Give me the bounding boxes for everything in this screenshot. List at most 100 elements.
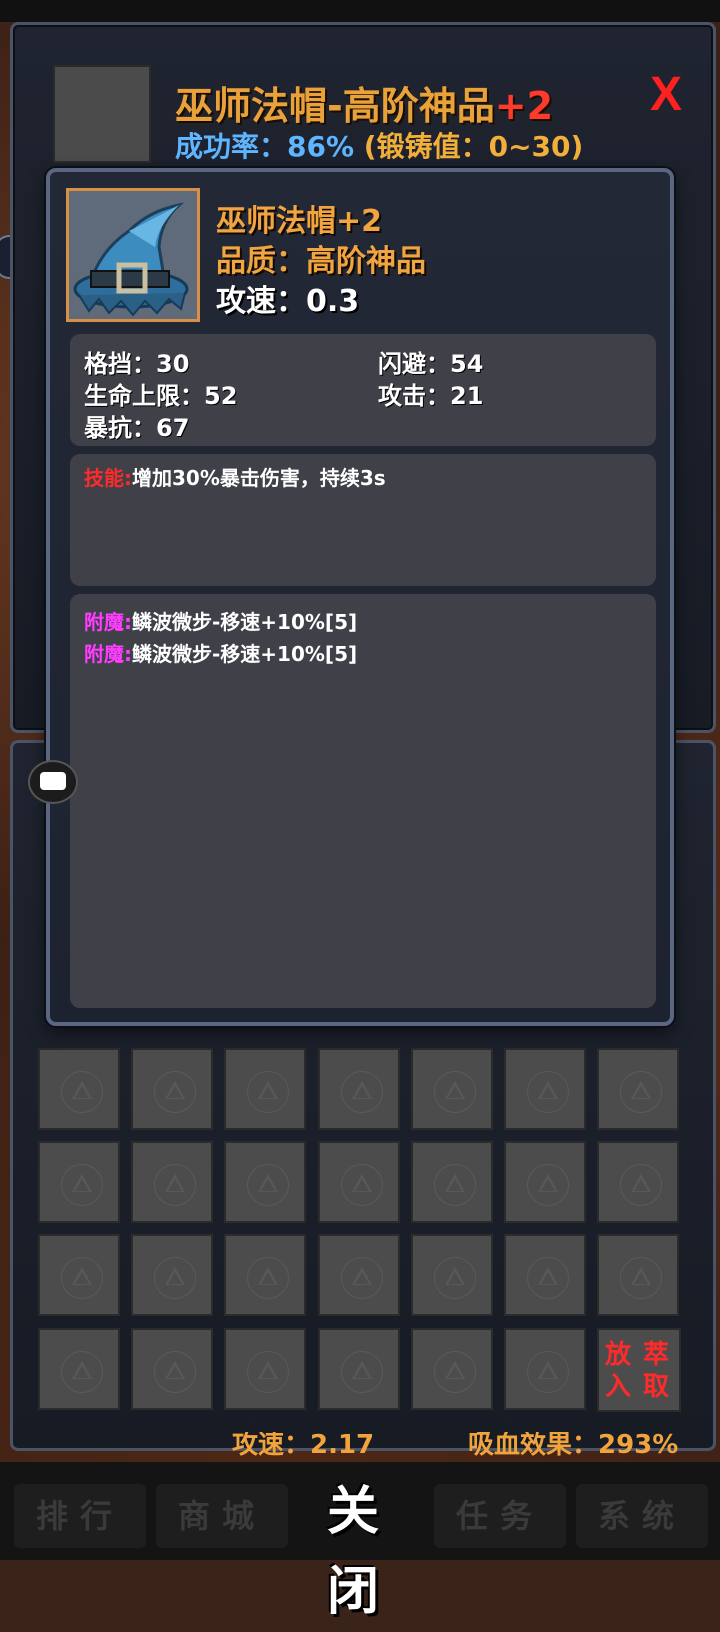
inventory-slot[interactable] — [224, 1234, 306, 1316]
stats-box: 格挡：30 闪避：54 生命上限：52 攻击：21 暴抗：67 — [70, 334, 656, 446]
empty-slot-icon — [527, 1071, 569, 1113]
inventory-slot[interactable] — [504, 1234, 586, 1316]
empty-slot-icon — [434, 1164, 476, 1206]
inventory-slot[interactable] — [131, 1234, 213, 1316]
empty-slot-icon — [247, 1164, 289, 1206]
forge-title-text: 巫师法帽-高阶神品 — [175, 84, 495, 128]
status-bar — [0, 0, 720, 22]
empty-slot-icon — [61, 1071, 103, 1113]
stat-crit-resist: 暴抗：67 — [84, 414, 190, 442]
inventory-slot[interactable] — [411, 1234, 493, 1316]
empty-slot-icon — [61, 1164, 103, 1206]
inventory-slot[interactable] — [224, 1328, 306, 1410]
enchant-tag: 附魔: — [84, 610, 132, 634]
inventory-slot[interactable] — [411, 1328, 493, 1410]
nav-system-button[interactable]: 系统 — [576, 1484, 708, 1548]
inventory-slot[interactable] — [131, 1328, 213, 1410]
empty-slot-icon — [154, 1257, 196, 1299]
discard-char: 放 — [605, 1340, 632, 1370]
inventory-slot[interactable] — [597, 1234, 679, 1316]
empty-slot-icon — [154, 1164, 196, 1206]
inventory-slot[interactable] — [411, 1048, 493, 1130]
inventory-slot[interactable] — [224, 1141, 306, 1223]
stat-attack: 攻击：21 — [378, 382, 484, 410]
inventory-slot[interactable] — [504, 1048, 586, 1130]
nav-shop-button[interactable]: 商城 — [156, 1484, 288, 1548]
empty-slot-icon — [154, 1071, 196, 1113]
empty-slot-icon — [61, 1257, 103, 1299]
inventory-slot[interactable] — [131, 1048, 213, 1130]
enchant-text: 鳞波微步-移速+10%[5] — [132, 610, 358, 634]
empty-slot-icon — [620, 1071, 662, 1113]
inventory-slot[interactable] — [318, 1328, 400, 1410]
peek-attack-speed: 攻速：2.17 — [232, 1432, 375, 1460]
enchant-tag: 附魔: — [84, 642, 132, 666]
enchant-line: 附魔:鳞波微步-移速+10%[5] — [84, 606, 357, 635]
inventory-slot[interactable] — [131, 1141, 213, 1223]
empty-slot-icon — [341, 1257, 383, 1299]
item-attack-speed: 攻速：0.3 — [216, 284, 360, 319]
empty-slot-icon — [527, 1351, 569, 1393]
empty-slot-icon — [247, 1257, 289, 1299]
empty-slot-icon — [341, 1071, 383, 1113]
inventory-slot[interactable] — [38, 1048, 120, 1130]
empty-slot-icon — [341, 1164, 383, 1206]
empty-slot-icon — [527, 1164, 569, 1206]
enchant-text: 鳞波微步-移速+10%[5] — [132, 642, 358, 666]
inventory-slot[interactable] — [597, 1141, 679, 1223]
forge-title-plus: +2 — [494, 84, 554, 128]
inventory-slot[interactable] — [318, 1141, 400, 1223]
nav-close-button[interactable]: 关闭 — [296, 1472, 424, 1622]
empty-slot-icon — [620, 1164, 662, 1206]
success-label: 成功率： — [175, 130, 288, 163]
empty-slot-icon — [341, 1351, 383, 1393]
item-name: 巫师法帽+2 — [216, 204, 383, 239]
inventory-slot[interactable] — [411, 1141, 493, 1223]
discard-extract-button[interactable]: 放 萃 入 取 — [597, 1328, 681, 1412]
inventory-slot[interactable] — [38, 1328, 120, 1410]
peek-stats-row: 攻速：2.17 吸血效果：293% — [20, 1432, 700, 1462]
chat-icon[interactable] — [28, 760, 78, 804]
wizard-hat-icon — [69, 191, 197, 319]
inventory-slot[interactable] — [318, 1234, 400, 1316]
discard-char: 萃 — [643, 1340, 670, 1370]
inventory-slot[interactable] — [38, 1141, 120, 1223]
bottom-nav: 排行 商城 关闭 任务 系统 — [0, 1462, 720, 1622]
empty-slot-icon — [247, 1071, 289, 1113]
stat-max-hp: 生命上限：52 — [84, 382, 238, 410]
empty-slot-icon — [154, 1351, 196, 1393]
item-tooltip: 巫师法帽+2 品质：高阶神品 攻速：0.3 格挡：30 闪避：54 生命上限：5… — [46, 168, 674, 1026]
inventory-slot[interactable] — [224, 1048, 306, 1130]
forge-title: 巫师法帽-高阶神品+2 — [175, 75, 553, 130]
nav-rank-button[interactable]: 排行 — [14, 1484, 146, 1548]
discard-char: 入 — [605, 1372, 632, 1402]
discard-char: 取 — [643, 1372, 670, 1402]
stat-dodge: 闪避：54 — [378, 350, 484, 378]
success-value: 86% — [287, 130, 355, 163]
nav-quest-button[interactable]: 任务 — [434, 1484, 566, 1548]
empty-slot-icon — [61, 1351, 103, 1393]
stat-block: 格挡：30 — [84, 350, 190, 378]
empty-slot-icon — [434, 1257, 476, 1299]
inventory-slot[interactable] — [318, 1048, 400, 1130]
skill-line: 技能:增加30%暴击伤害，持续3s — [84, 462, 386, 491]
empty-slot-icon — [620, 1257, 662, 1299]
item-icon-frame — [66, 188, 200, 322]
forge-item-slot[interactable] — [53, 65, 151, 163]
enchant-line: 附魔:鳞波微步-移速+10%[5] — [84, 638, 357, 667]
inventory-slot[interactable] — [504, 1328, 586, 1410]
close-button[interactable]: X — [650, 67, 682, 122]
skill-tag: 技能: — [84, 466, 132, 490]
enchant-box: 附魔:鳞波微步-移速+10%[5] 附魔:鳞波微步-移速+10%[5] — [70, 594, 656, 1008]
inventory-slot[interactable] — [597, 1048, 679, 1130]
item-quality: 品质：高阶神品 — [216, 244, 426, 279]
inventory-slot[interactable] — [38, 1234, 120, 1316]
empty-slot-icon — [527, 1257, 569, 1299]
forge-success-rate: 成功率：86% (锻铸值：0~30) — [175, 125, 583, 165]
empty-slot-icon — [247, 1351, 289, 1393]
peek-lifesteal: 吸血效果：293% — [468, 1432, 679, 1460]
empty-slot-icon — [434, 1071, 476, 1113]
inventory-slot[interactable] — [504, 1141, 586, 1223]
forge-value-range: (锻铸值：0~30) — [363, 130, 584, 163]
skill-box: 技能:增加30%暴击伤害，持续3s — [70, 454, 656, 586]
